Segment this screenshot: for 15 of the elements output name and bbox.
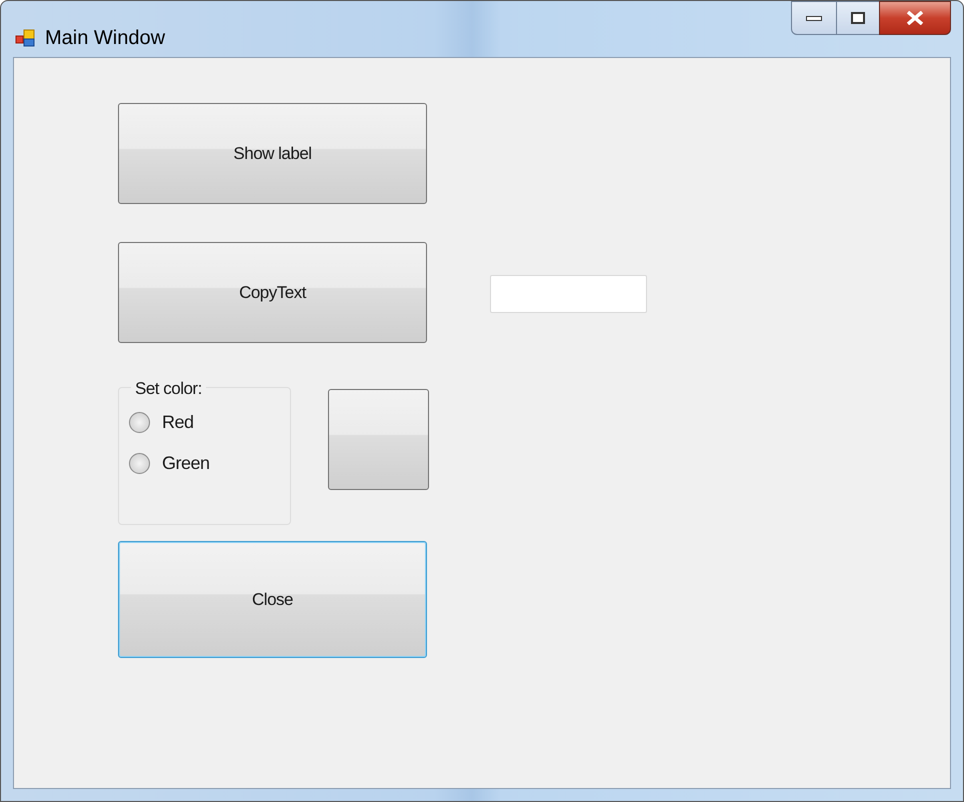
close-icon bbox=[906, 11, 924, 25]
radio-option[interactable]: Green bbox=[129, 450, 290, 477]
copy-text-button[interactable]: CopyText bbox=[118, 242, 427, 343]
app-icon bbox=[15, 29, 35, 47]
close-button[interactable]: Close bbox=[118, 541, 427, 658]
radio-button[interactable] bbox=[129, 412, 150, 433]
text-field[interactable] bbox=[490, 275, 647, 313]
window-title: Main Window bbox=[45, 26, 166, 51]
radio-button[interactable] bbox=[129, 453, 150, 474]
show-label-button[interactable]: Show label bbox=[118, 103, 427, 204]
close-window-button[interactable] bbox=[879, 1, 951, 35]
minimize-button[interactable] bbox=[791, 1, 837, 35]
maximize-button[interactable] bbox=[837, 1, 879, 35]
color-button[interactable] bbox=[328, 389, 429, 490]
radio-option[interactable]: Red bbox=[129, 409, 290, 436]
